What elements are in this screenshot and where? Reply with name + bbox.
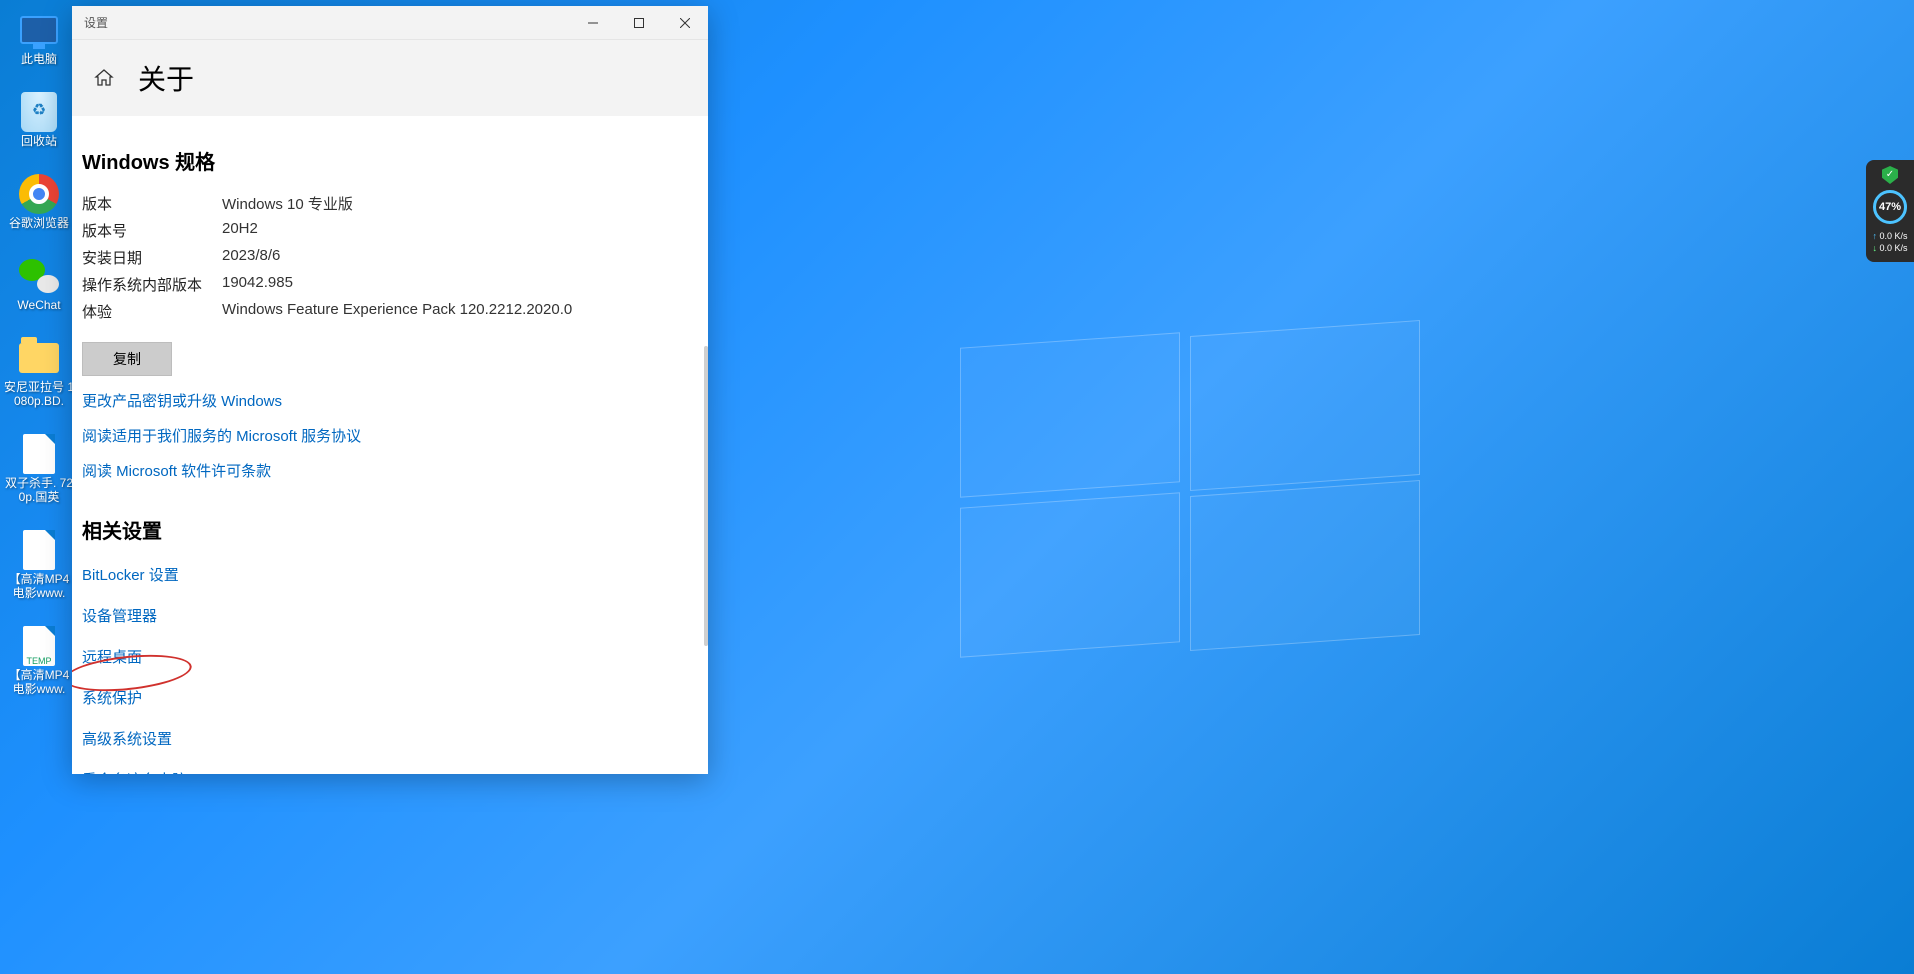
shield-icon: [1882, 166, 1898, 184]
settings-window: 设置 关于 Windows 规格 版本 Windows 10 专业版: [72, 6, 708, 774]
spec-value: 20H2: [222, 220, 258, 241]
window-controls: [570, 6, 708, 40]
spec-row-version: 版本号 20H2: [82, 220, 684, 241]
spec-value: Windows Feature Experience Pack 120.2212…: [222, 301, 572, 322]
spec-key: 版本: [82, 193, 222, 214]
file-icon: TEMP: [23, 626, 55, 666]
desktop-icon-label: 【高清MP4 电影www.: [4, 572, 74, 600]
desktop-icon-wechat[interactable]: WeChat: [4, 256, 74, 312]
scrollbar[interactable]: [704, 346, 708, 646]
title-bar[interactable]: 设置: [72, 6, 708, 40]
link-ms-services-agreement[interactable]: 阅读适用于我们服务的 Microsoft 服务协议: [82, 425, 684, 446]
spec-row-os-build: 操作系统内部版本 19042.985: [82, 274, 684, 295]
download-speed: 0.0 K/s: [1866, 242, 1914, 254]
spec-row-edition: 版本 Windows 10 专业版: [82, 193, 684, 214]
desktop-icon-label: 回收站: [4, 134, 74, 148]
desktop-icon-this-pc[interactable]: 此电脑: [4, 10, 74, 66]
spec-key: 操作系统内部版本: [82, 274, 222, 295]
link-change-product-key[interactable]: 更改产品密钥或升级 Windows: [82, 390, 684, 411]
windows-specs-heading: Windows 规格: [82, 146, 684, 175]
net-stats: 0.0 K/s 0.0 K/s: [1866, 230, 1914, 254]
wechat-icon: [19, 259, 59, 293]
desktop-icon-chrome[interactable]: 谷歌浏览器: [4, 174, 74, 230]
link-ms-license-terms[interactable]: 阅读 Microsoft 软件许可条款: [82, 460, 684, 481]
settings-content: Windows 规格 版本 Windows 10 专业版 版本号 20H2 安装…: [72, 116, 708, 774]
spec-row-install-date: 安装日期 2023/8/6: [82, 247, 684, 268]
copy-button[interactable]: 复制: [82, 342, 172, 376]
home-icon: [94, 68, 114, 88]
usage-ring: 47%: [1873, 190, 1907, 224]
related-link-system-protection[interactable]: 系统保护: [82, 687, 684, 708]
desktop-icon-label: 谷歌浏览器: [4, 216, 74, 230]
window-title: 设置: [84, 14, 108, 31]
spec-value: 19042.985: [222, 274, 293, 295]
desktop-icon-label: 【高清MP4 电影www.: [4, 668, 74, 696]
minimize-button[interactable]: [570, 6, 616, 40]
related-link-device-manager[interactable]: 设备管理器: [82, 605, 684, 626]
spec-value: 2023/8/6: [222, 247, 280, 268]
related-link-bitlocker[interactable]: BitLocker 设置: [82, 564, 684, 585]
maximize-button[interactable]: [616, 6, 662, 40]
spec-key: 体验: [82, 301, 222, 322]
page-header: 关于: [72, 40, 708, 116]
desktop-icon-file[interactable]: 双子杀手. 720p.国英: [4, 434, 74, 504]
file-icon: [23, 434, 55, 474]
windows-logo-wallpaper: [960, 340, 1420, 650]
desktop-icon-label: 安尼亚拉号 1080p.BD.: [4, 380, 74, 408]
page-title: 关于: [138, 58, 194, 98]
desktop-icon-folder[interactable]: 安尼亚拉号 1080p.BD.: [4, 338, 74, 408]
desktop-icon-recycle-bin[interactable]: 回收站: [4, 92, 74, 148]
desktop-icons-column: 此电脑 回收站 谷歌浏览器 WeChat 安尼亚拉号 1080p.BD. 双子杀…: [4, 10, 74, 722]
home-button[interactable]: [84, 58, 124, 98]
related-link-rename-pc[interactable]: 重命名这台电脑: [82, 769, 684, 774]
desktop-icon-file-temp[interactable]: TEMP 【高清MP4 电影www.: [4, 626, 74, 696]
related-settings-heading: 相关设置: [82, 515, 684, 544]
desktop-icon-file[interactable]: 【高清MP4 电影www.: [4, 530, 74, 600]
spec-key: 安装日期: [82, 247, 222, 268]
desktop-icon-label: 双子杀手. 720p.国英: [4, 476, 74, 504]
system-monitor-widget[interactable]: 47% 0.0 K/s 0.0 K/s: [1866, 160, 1914, 262]
upload-speed: 0.0 K/s: [1866, 230, 1914, 242]
pc-icon: [20, 16, 58, 44]
file-icon: [23, 530, 55, 570]
spec-row-experience: 体验 Windows Feature Experience Pack 120.2…: [82, 301, 684, 322]
close-button[interactable]: [662, 6, 708, 40]
desktop-icon-label: 此电脑: [4, 52, 74, 66]
folder-icon: [19, 343, 59, 373]
related-link-remote-desktop[interactable]: 远程桌面: [82, 646, 684, 667]
spec-key: 版本号: [82, 220, 222, 241]
spec-value: Windows 10 专业版: [222, 193, 353, 214]
chrome-icon: [19, 174, 59, 214]
related-link-advanced-system[interactable]: 高级系统设置: [82, 728, 684, 749]
recycle-bin-icon: [21, 92, 57, 132]
desktop-icon-label: WeChat: [4, 298, 74, 312]
